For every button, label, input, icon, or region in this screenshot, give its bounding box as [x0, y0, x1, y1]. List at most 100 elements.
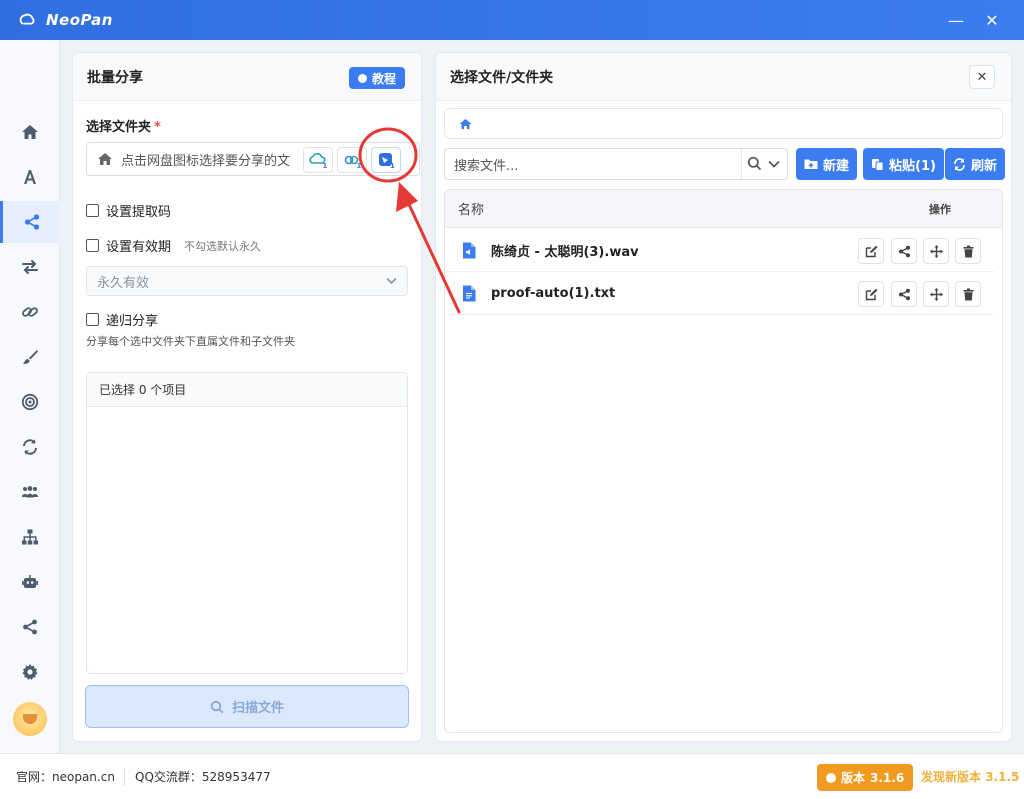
- file-picker-title: 选择文件/文件夹: [450, 69, 554, 86]
- table-row[interactable]: 陈绮贞 - 太聪明(3).wav: [446, 230, 994, 272]
- sidebar-item-brush[interactable]: [0, 336, 60, 378]
- new-version-notice[interactable]: 发现新版本 3.1.5: [921, 768, 1019, 785]
- sidebar-item-transfer[interactable]: [0, 246, 60, 288]
- sidebar: [0, 40, 60, 753]
- selected-summary: 已选择 0 个项目: [87, 373, 407, 407]
- sync-icon: [23, 439, 37, 455]
- recursive-checkbox[interactable]: [86, 313, 99, 326]
- rename-button[interactable]: [858, 281, 884, 307]
- recursive-label: 递归分享: [106, 314, 159, 329]
- chevron-down-icon: [386, 277, 397, 285]
- home-icon[interactable]: [459, 118, 472, 130]
- cloud-badge: 1: [323, 162, 328, 169]
- sidebar-item-home[interactable]: [0, 111, 60, 153]
- tutorial-button[interactable]: 教程: [348, 67, 405, 89]
- rename-button[interactable]: [858, 238, 884, 264]
- expiry-select-value: 永久有效: [97, 275, 150, 291]
- edit-icon: [865, 288, 877, 300]
- expiry-select[interactable]: 永久有效: [86, 266, 408, 296]
- move-button[interactable]: [923, 238, 949, 264]
- sidebar-item-link[interactable]: [0, 291, 60, 333]
- neopan-logo-icon: [18, 10, 38, 30]
- table-row[interactable]: proof-auto(1).txt: [446, 273, 994, 315]
- sitemap-icon: [22, 529, 38, 545]
- sidebar-item-users[interactable]: [0, 471, 60, 513]
- search-input[interactable]: 搜索文件...: [454, 155, 518, 174]
- file-picker-header: 选择文件/文件夹 ✕: [436, 53, 1011, 101]
- breadcrumb: [444, 108, 1003, 139]
- gear-icon: [22, 664, 38, 680]
- sidebar-item-share-alt[interactable]: [0, 606, 60, 648]
- paste-icon: [872, 158, 884, 171]
- sidebar-item-settings[interactable]: [0, 651, 60, 693]
- version-badge[interactable]: 版本 3.1.6: [817, 764, 914, 791]
- share-icon: [24, 214, 39, 230]
- new-folder-button[interactable]: 新建: [796, 148, 858, 180]
- link-icon: [22, 307, 38, 317]
- delete-button[interactable]: [955, 238, 981, 264]
- minimize-button[interactable]: —: [936, 0, 976, 40]
- transfer-icon: [22, 260, 38, 274]
- chevron-down-icon[interactable]: [768, 160, 780, 168]
- folder-input[interactable]: 点击网盘图标选择要分享的文 1 1 1: [86, 142, 420, 176]
- delete-button[interactable]: [955, 281, 981, 307]
- sidebar-item-robot[interactable]: [0, 561, 60, 603]
- refresh-label: 刷新: [971, 158, 998, 174]
- users-icon: [22, 486, 38, 498]
- set-code-checkbox[interactable]: [86, 204, 99, 217]
- set-expiry-checkbox[interactable]: [86, 239, 99, 252]
- baidu-drive-icon: 1: [344, 155, 362, 169]
- avatar[interactable]: [13, 702, 47, 736]
- baidu-badge: 1: [357, 162, 362, 169]
- set-expiry-option[interactable]: 设置有效期 不勾选默认永久: [86, 236, 261, 255]
- recursive-option[interactable]: 递归分享: [86, 310, 158, 329]
- trash-icon: [963, 288, 973, 300]
- close-window-button[interactable]: ✕: [972, 0, 1012, 40]
- cloud-drive-button-1[interactable]: 1: [303, 147, 333, 173]
- recursive-hint: 分享每个选中文件夹下直属文件和子文件夹: [86, 335, 295, 348]
- move-button[interactable]: [923, 281, 949, 307]
- new-label: 新建: [823, 158, 850, 174]
- version-label: 版本: [841, 771, 866, 785]
- batch-share-header: 批量分享 教程: [73, 53, 421, 101]
- file-name[interactable]: proof-auto(1).txt: [491, 286, 615, 301]
- set-code-option[interactable]: 设置提取码: [86, 201, 171, 220]
- folder-plus-icon: [804, 159, 818, 169]
- share-file-button[interactable]: [891, 238, 917, 264]
- scan-files-button[interactable]: 扫描文件: [85, 685, 409, 728]
- folder-label: 选择文件夹 *: [86, 116, 161, 135]
- file-name[interactable]: 陈绮贞 - 太聪明(3).wav: [491, 241, 639, 260]
- title-bar: NeoPan — ✕: [0, 0, 1024, 40]
- status-bar: 官网：neopan.cn QQ交流群：528953477 版本 3.1.6 发现…: [0, 753, 1024, 799]
- col-name-header: 名称: [458, 203, 485, 218]
- cloud-drive-icon: 1: [309, 152, 328, 169]
- sidebar-item-target[interactable]: [0, 381, 60, 423]
- share-file-button[interactable]: [891, 281, 917, 307]
- set-expiry-label: 设置有效期: [106, 240, 172, 255]
- search-icon[interactable]: [747, 156, 762, 171]
- cloud-drive-button-2[interactable]: 1: [337, 147, 367, 173]
- trash-icon: [963, 245, 973, 257]
- website-link[interactable]: 官网：neopan.cn: [16, 768, 115, 785]
- search-icon: [210, 700, 224, 713]
- file-search[interactable]: 搜索文件...: [444, 148, 788, 180]
- close-panel-button[interactable]: ✕: [969, 65, 995, 89]
- quark-drive-icon: 1: [379, 153, 395, 169]
- paste-label: 粘贴(1): [889, 158, 936, 174]
- robot-icon: [22, 575, 38, 588]
- home-icon: [98, 153, 112, 165]
- sidebar-item-sync[interactable]: [0, 426, 60, 468]
- col-ops-header: 操作: [929, 202, 951, 216]
- sidebar-item-sitemap[interactable]: [0, 516, 60, 558]
- new-version-label: 发现新版本: [921, 770, 982, 784]
- sidebar-item-text[interactable]: [0, 156, 60, 198]
- share-alt-icon: [23, 619, 37, 635]
- refresh-button[interactable]: 刷新: [945, 148, 1006, 180]
- tutorial-label: 教程: [371, 71, 396, 86]
- share-icon: [898, 245, 910, 257]
- quark-badge: 1: [390, 162, 395, 169]
- sidebar-item-share[interactable]: [0, 201, 60, 243]
- version-number: 3.1.6: [870, 770, 905, 785]
- paste-button[interactable]: 粘贴(1): [863, 148, 944, 180]
- cloud-drive-button-3[interactable]: 1: [371, 147, 401, 173]
